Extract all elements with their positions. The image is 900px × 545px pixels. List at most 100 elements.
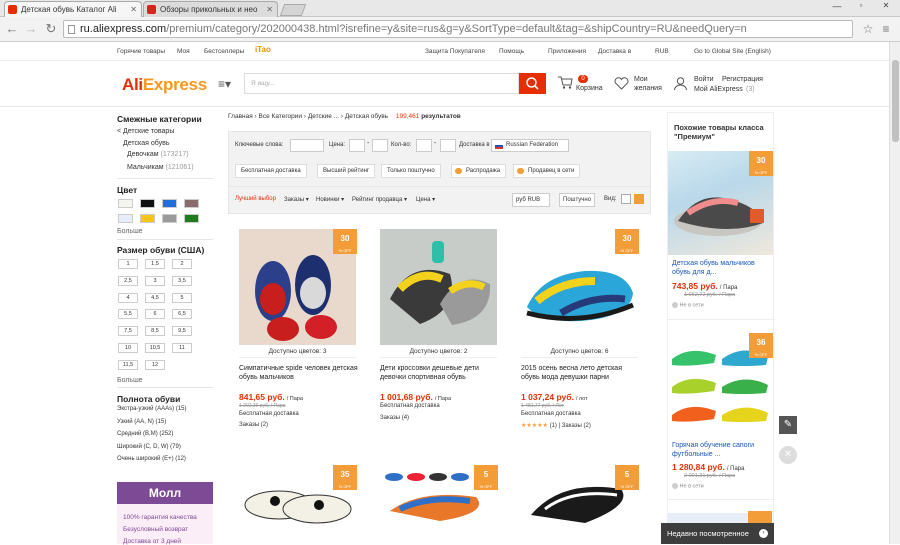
size-option[interactable]: 5 <box>172 292 192 303</box>
bookmark-star-icon[interactable]: ☆ <box>860 21 876 37</box>
color-swatch[interactable] <box>184 214 199 223</box>
categories-menu-icon[interactable]: ≡▾ <box>218 77 231 91</box>
qty-max-input[interactable] <box>440 139 456 152</box>
width-option[interactable]: Экстра-узкий (AAAs) (15) <box>117 406 187 412</box>
new-tab-button[interactable] <box>279 4 307 16</box>
nav-help[interactable]: Помощь <box>499 48 524 55</box>
width-option[interactable]: Средний (B,M) (252) <box>117 431 173 437</box>
color-swatch[interactable] <box>184 199 199 208</box>
user-icon[interactable] <box>673 76 688 91</box>
size-option[interactable]: 10,5 <box>145 343 165 353</box>
single-piece-button[interactable]: Только поштучно <box>381 164 441 178</box>
nav-ship-to[interactable]: Доставка в <box>598 48 631 55</box>
nav-currency[interactable]: RUB <box>655 48 669 55</box>
price-max-input[interactable] <box>372 139 388 152</box>
nav-my[interactable]: Моя <box>177 48 190 55</box>
size-option[interactable]: 4,5 <box>145 292 165 303</box>
size-option[interactable]: 4 <box>118 292 138 303</box>
heart-icon[interactable] <box>614 77 629 90</box>
nav-global-site[interactable]: Go to Global Site (English) <box>694 48 771 55</box>
grid-view-icon[interactable] <box>634 194 644 204</box>
close-circle-icon[interactable]: ✕ <box>779 446 797 464</box>
color-more-link[interactable]: Больше <box>117 228 143 235</box>
edit-feedback-icon[interactable]: ✎ <box>779 416 797 434</box>
color-swatch[interactable] <box>140 214 155 223</box>
width-option[interactable]: Узкий (AA, N) (15) <box>117 419 166 425</box>
nav-bestsellers[interactable]: Бестселлеры <box>204 48 244 55</box>
product-title[interactable]: 2015 осень весна лето детская обувь мода… <box>521 364 641 382</box>
category-link[interactable]: Девочкам (173217) <box>127 151 189 158</box>
size-option[interactable]: 5,5 <box>118 309 138 320</box>
color-swatch[interactable] <box>118 214 133 223</box>
wishlist-label-2[interactable]: желания <box>634 85 662 92</box>
login-link[interactable]: Войти <box>694 76 714 83</box>
width-option[interactable]: Широкий (C, D, W) (79) <box>117 444 181 450</box>
seller-online-button[interactable]: Продавец в сети <box>513 164 581 178</box>
page-scrollbar[interactable] <box>889 42 900 544</box>
cart-label[interactable]: Корзина <box>576 85 603 92</box>
sort-price[interactable]: Цена ▾ <box>416 196 435 203</box>
sort-best-match[interactable]: Лучший выбор <box>235 196 276 202</box>
size-option[interactable]: 11 <box>172 343 192 353</box>
ship-to-select[interactable]: Russian Federation <box>491 139 569 152</box>
price-min-input[interactable] <box>349 139 365 152</box>
color-swatch[interactable] <box>162 214 177 223</box>
itao-logo[interactable]: iTao <box>255 45 271 54</box>
premium-product-title[interactable]: Детская обувь мальчиков обувь для д... <box>672 259 770 277</box>
list-view-icon[interactable] <box>621 194 631 204</box>
menu-icon[interactable]: ≡ <box>878 21 894 37</box>
unit-select[interactable]: Поштучно <box>559 193 595 207</box>
color-swatch[interactable] <box>162 199 177 208</box>
tab-active[interactable]: Детская обувь Каталог Ali ✕ <box>4 1 142 17</box>
sort-seller-rating[interactable]: Рейтинг продавца ▾ <box>352 196 407 203</box>
product-title[interactable]: Симпатичные spide человек детская обувь … <box>239 364 359 382</box>
size-option[interactable]: 3,5 <box>172 275 192 286</box>
register-link[interactable]: Регистрация <box>722 76 763 83</box>
size-option[interactable]: 8,5 <box>145 326 165 337</box>
url-input[interactable]: ru.aliexpress.com/premium/category/20200… <box>63 20 853 38</box>
width-option[interactable]: Очень широкий (E+) (12) <box>117 456 186 462</box>
reload-icon[interactable]: ↻ <box>43 21 59 37</box>
size-option[interactable]: 3 <box>145 275 165 286</box>
product-image[interactable] <box>380 229 497 345</box>
product-title[interactable]: Дети кроссовки дешевые дети девочки спор… <box>380 364 500 382</box>
size-option[interactable]: 6 <box>145 309 165 320</box>
size-option[interactable]: 6,5 <box>172 309 192 320</box>
close-tab-icon[interactable]: ✕ <box>130 2 137 17</box>
size-option[interactable]: 1,5 <box>145 259 165 269</box>
nav-hot[interactable]: Горячие товары <box>117 48 165 55</box>
category-link[interactable]: Детская обувь <box>123 140 170 147</box>
nav-apps[interactable]: Приложения <box>548 48 586 55</box>
size-option[interactable]: 10 <box>118 343 138 353</box>
mall-banner[interactable]: Молл 100% гарантия качества Безусловный … <box>117 482 213 545</box>
aliexpress-logo[interactable]: AliExpress <box>122 75 207 95</box>
keywords-input[interactable] <box>290 139 324 152</box>
maximize-button[interactable]: ▫ <box>850 1 872 13</box>
tab-inactive[interactable]: Обзоры прикольных и нео ✕ <box>143 1 278 17</box>
back-icon[interactable]: ← <box>4 21 20 37</box>
orders-count[interactable]: Заказы (4) <box>380 415 409 421</box>
my-aliexpress-link[interactable]: Мой AliExpress <box>694 86 743 93</box>
wishlist-label-1[interactable]: Мои <box>634 76 648 83</box>
search-button[interactable] <box>519 73 546 94</box>
size-option[interactable]: 11,5 <box>118 359 138 370</box>
close-tab-icon[interactable]: ✕ <box>266 2 273 17</box>
size-more-link[interactable]: Больше <box>117 377 143 384</box>
currency-select[interactable]: руб RUB <box>512 193 550 207</box>
breadcrumb-item[interactable]: Главная <box>228 113 253 120</box>
size-option[interactable]: 9,5 <box>172 326 192 337</box>
free-shipping-button[interactable]: Бесплатная доставка <box>235 164 307 178</box>
qty-min-input[interactable] <box>416 139 432 152</box>
premium-product-title[interactable]: Горячая обучение сапоги футбольные ... <box>672 441 770 459</box>
category-link[interactable]: Мальчикам (121061) <box>127 164 194 171</box>
sale-button[interactable]: Распродажа <box>451 164 507 178</box>
minimize-button[interactable]: — <box>826 1 848 13</box>
size-option[interactable]: 12 <box>145 359 165 370</box>
size-option[interactable]: 1 <box>118 259 138 269</box>
category-link[interactable]: < Детские товары <box>117 128 174 135</box>
breadcrumb-item[interactable]: Детские ... <box>308 113 339 120</box>
search-input[interactable]: Я ищу... <box>244 73 519 94</box>
color-swatch[interactable] <box>118 199 133 208</box>
scrollbar-thumb[interactable] <box>892 60 899 142</box>
collapse-icon[interactable]: ‹ <box>759 529 768 538</box>
